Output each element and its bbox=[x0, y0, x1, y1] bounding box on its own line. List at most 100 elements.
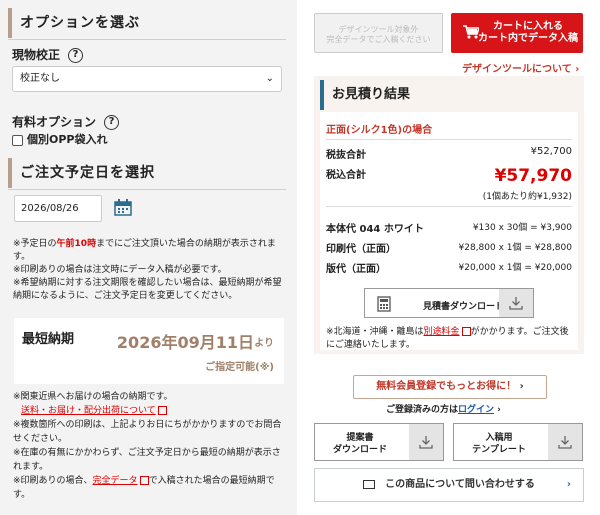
item-label: 本体代 044 ホワイト bbox=[326, 224, 424, 235]
download-icon-box bbox=[548, 424, 582, 460]
contact-label: この商品について問い合わせする bbox=[385, 479, 535, 490]
opp-checkbox-label: 個別OPP袋入れ bbox=[27, 133, 108, 146]
login-row: ご登録済みの方はログイン › bbox=[386, 402, 501, 415]
bottom-note-4: ※印刷ありの場合、完全データ で入稿された場合の最短納期です。 bbox=[13, 474, 283, 502]
cart-line2: カート内でデータ入稿 bbox=[478, 33, 578, 44]
note-4-pre: ※印刷ありの場合、 bbox=[13, 476, 93, 486]
plate-label: 版代（正面） bbox=[326, 264, 386, 275]
print-row: 印刷代（正面） ¥28,800 x 1個 = ¥28,800 bbox=[326, 240, 572, 255]
external-link-icon bbox=[157, 406, 167, 415]
shortest-ok: ご指定可能(※) bbox=[205, 362, 274, 373]
shortest-yori: より bbox=[254, 338, 274, 349]
cart-icon bbox=[463, 25, 479, 39]
tax-ex-row: 税抜合計 ¥52,700 bbox=[326, 146, 572, 161]
help-icon[interactable]: ? bbox=[68, 48, 84, 63]
item-value: ¥130 x 30個 = ¥3,900 bbox=[472, 223, 572, 233]
ship-note-pre: ※北海道・沖縄・離島は bbox=[326, 327, 424, 337]
design-tool-link-text: デザインツールについて bbox=[462, 64, 572, 75]
proof-label-text: 現物校正 bbox=[12, 48, 61, 62]
external-link-icon bbox=[461, 327, 471, 336]
add-to-cart-button[interactable]: カートに入れる カート内でデータ入稿 bbox=[451, 13, 583, 53]
note-2: ※印刷ありの場合は注文時にデータ入稿が必要です。 bbox=[13, 265, 227, 275]
calendar-icon[interactable] bbox=[114, 199, 132, 216]
tax-in-row: 税込合計 ¥57,970 bbox=[326, 166, 572, 186]
download-icon-box bbox=[499, 289, 533, 317]
chevron-right-icon: › bbox=[575, 64, 580, 75]
bottom-note-1: ※関東近県へお届けの場合の納期です。 bbox=[13, 392, 173, 402]
tax-ex-label: 税抜合計 bbox=[326, 150, 366, 161]
download-icon bbox=[509, 297, 523, 310]
design-tool-button: デザインツール対象外 完全データでご入稿ください bbox=[314, 13, 443, 53]
download-icon-box bbox=[409, 424, 443, 460]
opp-checkbox[interactable]: 個別OPP袋入れ bbox=[12, 131, 107, 147]
proposal-line1: 提案書 bbox=[346, 433, 374, 443]
note-1-red: 午前10時 bbox=[56, 239, 97, 249]
design-tool-link[interactable]: デザインツールについて › bbox=[462, 60, 579, 75]
shortest-delivery-box: 最短納期 2026年09月11日 より ご指定可能(※) bbox=[14, 318, 284, 384]
proof-label: 現物校正? bbox=[12, 46, 84, 63]
contact-button[interactable]: この商品について問い合わせする › bbox=[314, 468, 584, 502]
proof-select-value: 校正なし bbox=[20, 73, 60, 84]
login-link[interactable]: ログイン bbox=[458, 405, 494, 415]
per-unit-value: (1個あたり約¥1,932) bbox=[482, 192, 572, 202]
shortest-date: 2026年09月11日 bbox=[116, 333, 254, 352]
note-1: ※予定日の午前10時までにご注文頂いた場合の納期が表示されます。 bbox=[13, 238, 283, 264]
chevron-right-icon: › bbox=[497, 405, 501, 415]
note-3: ※希望納期に対する注文期限を確認したい場合は、最短納期が希望納期になるように、ご… bbox=[13, 278, 282, 301]
bottom-notes: ※関東近県へお届けの場合の納期です。 送料・お届け・配分出荷について ※複数箇所… bbox=[13, 390, 283, 502]
paid-option-text: 有料オプション bbox=[12, 115, 97, 129]
design-tool-line2: 完全データでご入稿ください bbox=[326, 35, 431, 44]
date-notes: ※予定日の午前10時までにご注文頂いた場合の納期が表示されます。 ※印刷ありの場… bbox=[13, 238, 283, 303]
quote-body: 正面(シルク1色)の場合 税抜合計 ¥52,700 税込合計 ¥57,970 (1個… bbox=[320, 112, 578, 350]
template-line2: テンプレート bbox=[472, 445, 526, 455]
help-icon[interactable]: ? bbox=[104, 115, 120, 130]
tax-in-value: ¥57,970 bbox=[494, 166, 572, 186]
proposal-line2: ダウンロード bbox=[332, 445, 387, 455]
print-type: 正面(シルク1色)の場合 bbox=[326, 125, 433, 136]
shortest-label: 最短納期 bbox=[22, 332, 75, 347]
chevron-down-icon: ⌄ bbox=[265, 73, 274, 84]
template-text: 入稿用 テンプレート bbox=[454, 432, 544, 456]
quote-panel: お見積り結果 正面(シルク1色)の場合 税抜合計 ¥52,700 税込合計 ¥57,… bbox=[314, 76, 584, 354]
download-icon bbox=[558, 436, 572, 449]
shipping-link-row: 送料・お届け・配分出荷について bbox=[13, 404, 283, 418]
checkbox-box[interactable] bbox=[12, 134, 23, 146]
tax-in-label: 税込合計 bbox=[326, 170, 366, 181]
item-row: 本体代 044 ホワイト ¥130 x 30個 = ¥3,900 bbox=[326, 220, 572, 235]
design-tool-line1: デザインツール対象外 bbox=[338, 25, 419, 34]
bottom-note-3: ※在庫の有無にかかわらず、ご注文予定日から最短の納期が表示されます。 bbox=[13, 448, 281, 472]
proposal-text: 提案書 ダウンロード bbox=[315, 432, 405, 456]
cart-line1: カートに入れる bbox=[493, 21, 563, 32]
shipping-link[interactable]: 送料・お届け・配分出荷について bbox=[21, 406, 156, 416]
plate-value: ¥20,000 x 1個 = ¥20,000 bbox=[458, 263, 572, 273]
full-data-link[interactable]: 完全データ bbox=[93, 476, 138, 486]
proposal-download-button[interactable]: 提案書 ダウンロード bbox=[314, 423, 444, 461]
download-icon bbox=[419, 436, 433, 449]
chevron-right-icon: › bbox=[566, 479, 571, 490]
template-download-button[interactable]: 入稿用 テンプレート bbox=[453, 423, 583, 461]
calculator-icon bbox=[377, 296, 391, 312]
options-heading: オプションを選ぶ bbox=[8, 8, 286, 40]
free-register-label: 無料会員登録でもっとお得に！ bbox=[376, 381, 517, 392]
note-1-pre: ※予定日の bbox=[13, 239, 57, 249]
paid-option-label: 有料オプション? bbox=[12, 113, 120, 130]
quote-heading: お見積り結果 bbox=[320, 80, 578, 110]
free-register-button[interactable]: 無料会員登録でもっとお得に！ › bbox=[353, 375, 547, 399]
bottom-note-2: ※複数箇所への印刷は、上記よりお日にちがかかりますのでお問合せください。 bbox=[13, 420, 282, 444]
quote-download-label: 見積書ダウンロード bbox=[423, 302, 505, 312]
proof-select[interactable]: 校正なし ⌄ bbox=[12, 66, 282, 92]
chevron-right-icon: › bbox=[519, 381, 524, 392]
quote-download-button[interactable]: 見積書ダウンロード bbox=[364, 288, 534, 318]
date-input[interactable]: 2026/08/26 bbox=[14, 195, 102, 222]
print-value: ¥28,800 x 1個 = ¥28,800 bbox=[458, 243, 572, 253]
print-label: 印刷代（正面） bbox=[326, 244, 396, 255]
template-line1: 入稿用 bbox=[485, 433, 513, 443]
registered-text: ご登録済みの方は bbox=[386, 405, 459, 415]
tax-ex-value: ¥52,700 bbox=[530, 146, 572, 157]
extra-fee-link[interactable]: 別途料金 bbox=[424, 327, 460, 337]
shipping-note: ※北海道・沖縄・離島は別途料金 がかかります。ご注文後にご連絡いたします。 bbox=[326, 326, 572, 352]
plate-row: 版代（正面） ¥20,000 x 1個 = ¥20,000 bbox=[326, 260, 572, 275]
mail-icon bbox=[363, 479, 376, 489]
external-link-icon bbox=[139, 476, 149, 485]
date-heading: ご注文予定日を選択 bbox=[8, 158, 286, 190]
